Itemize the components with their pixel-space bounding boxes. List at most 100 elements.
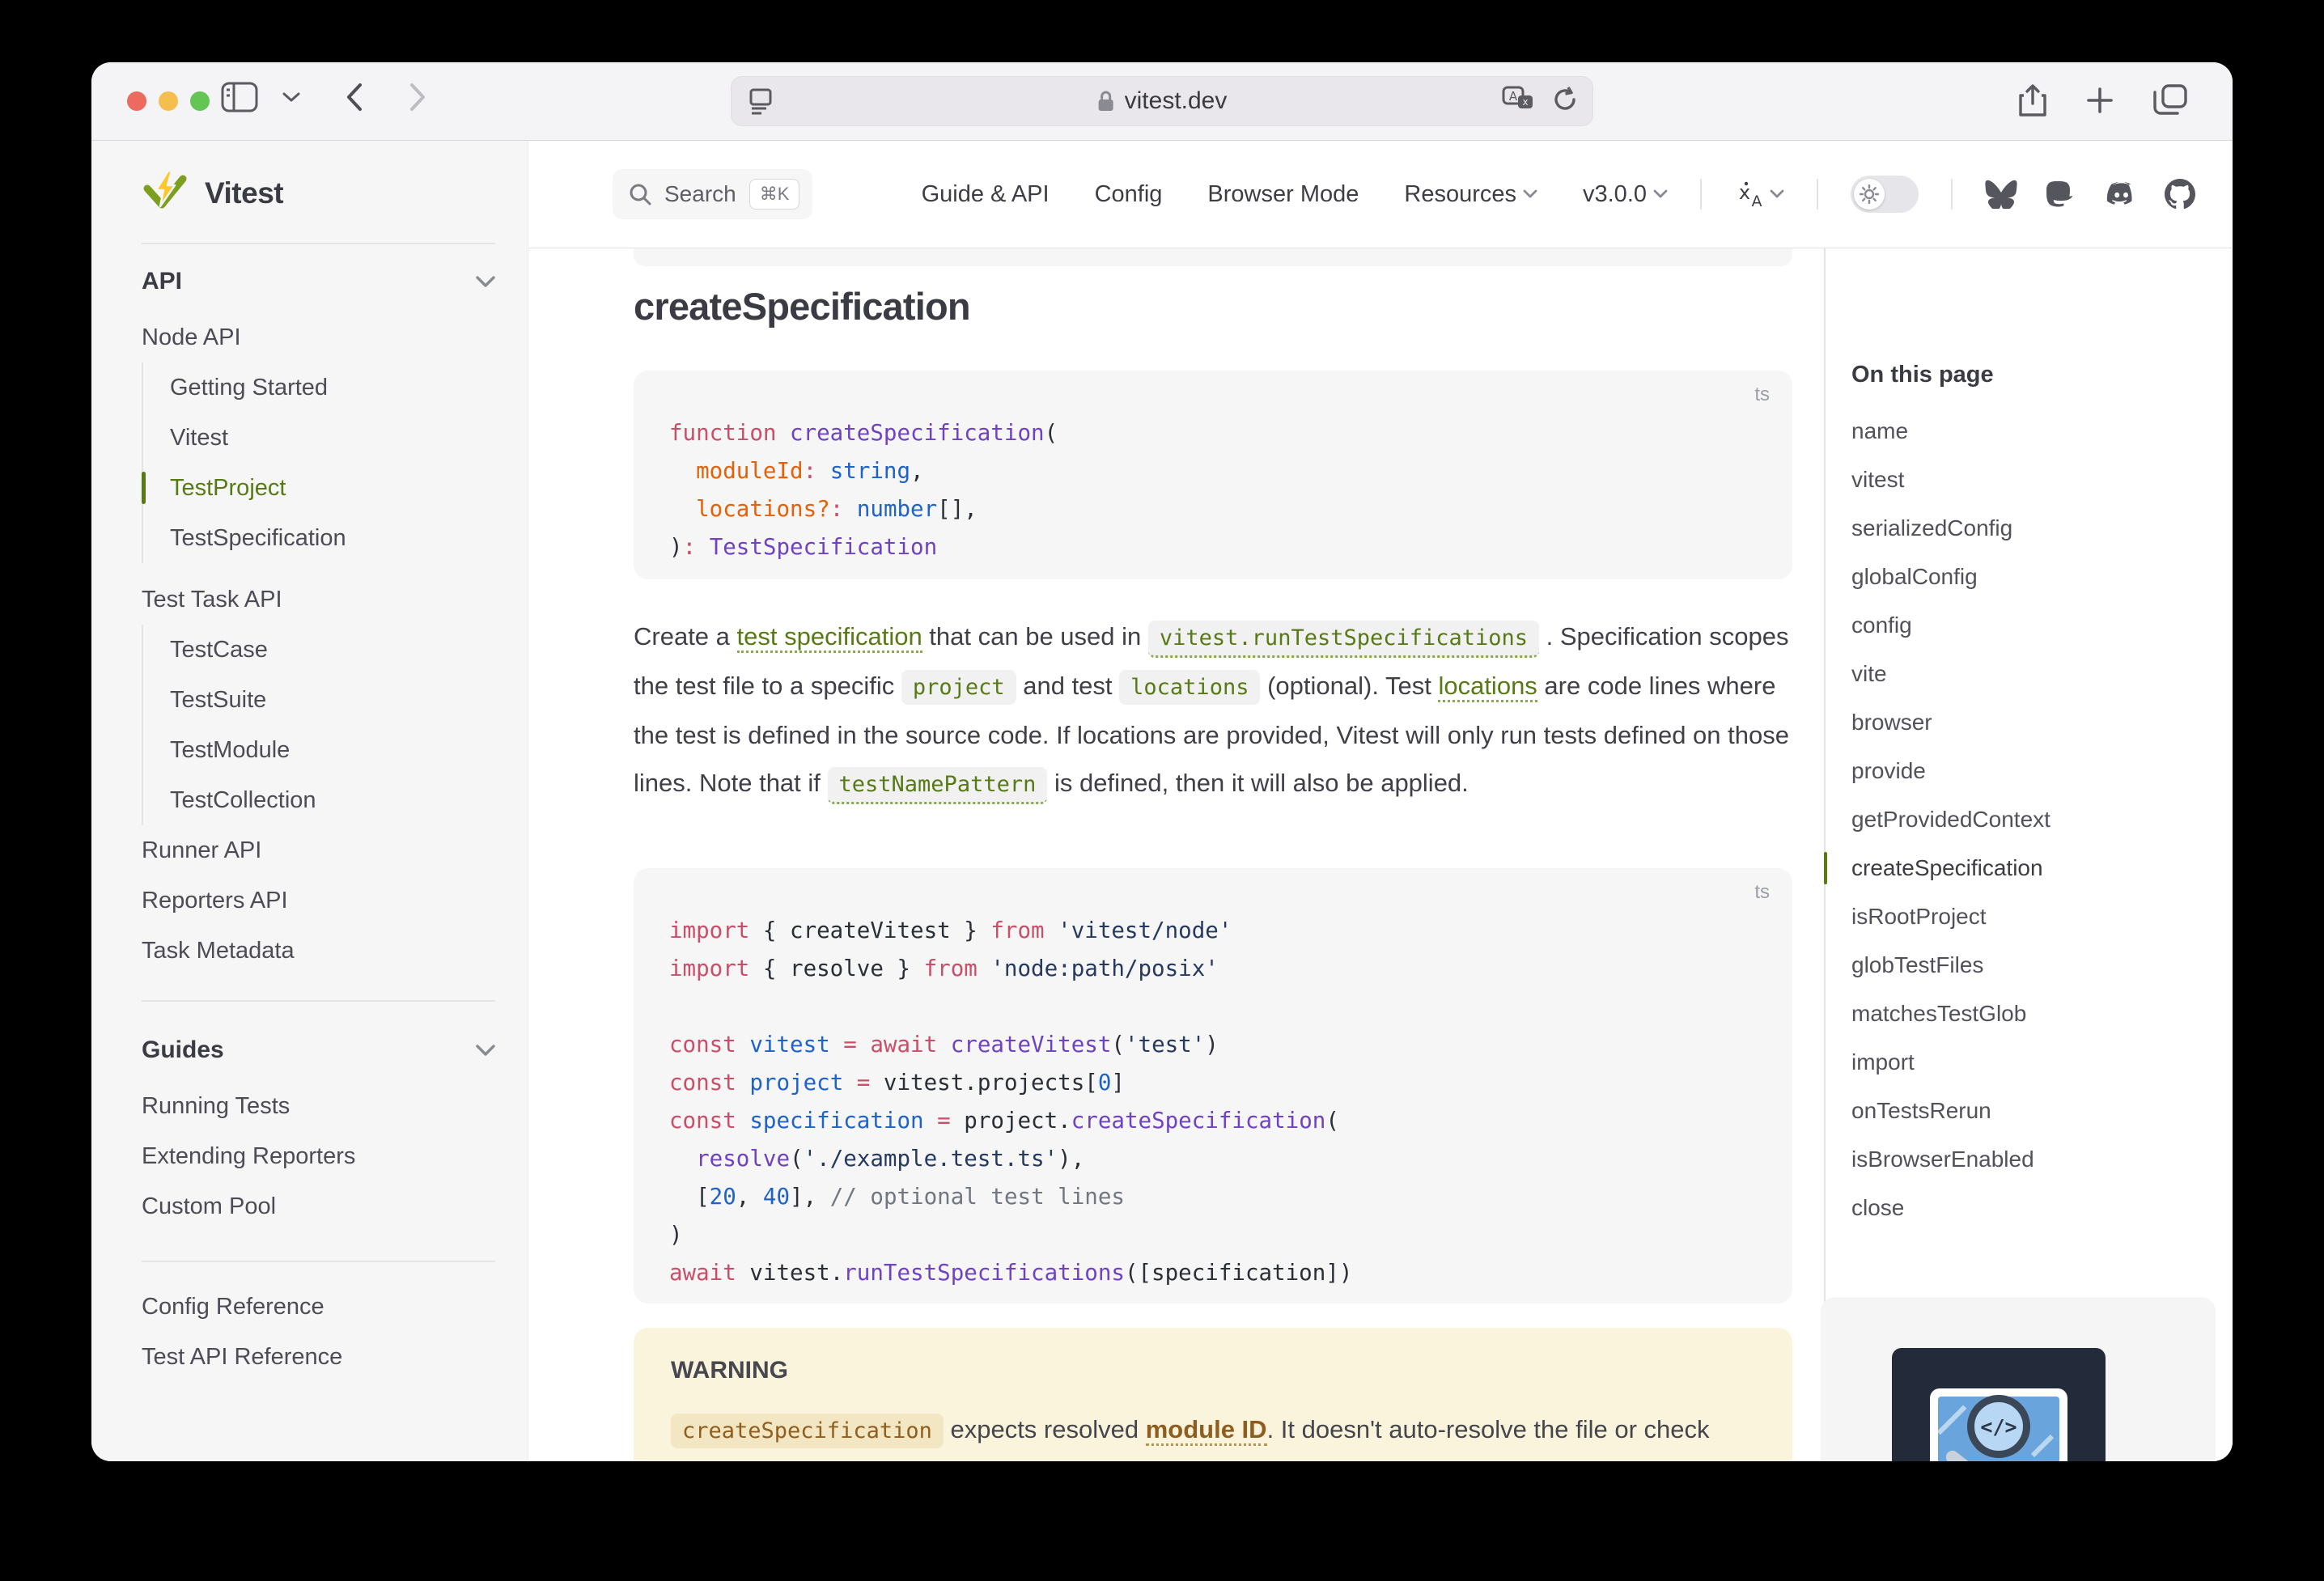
- toc-item-globtestfiles[interactable]: globTestFiles: [1851, 941, 2204, 990]
- discord-icon[interactable]: [2103, 180, 2137, 209]
- sidebar-item-config-reference[interactable]: Config Reference: [142, 1282, 495, 1332]
- vitest-logo-icon: [142, 169, 189, 218]
- nav-link-guide-api[interactable]: Guide & API: [922, 181, 1050, 208]
- code-token: (: [790, 1146, 804, 1172]
- sidebar-item-testspecification[interactable]: TestSpecification: [170, 513, 495, 563]
- nav-link-label: v3.0.0: [1583, 181, 1647, 208]
- bluesky-icon[interactable]: [1985, 180, 2017, 209]
- brand-name: Vitest: [205, 176, 283, 210]
- toc-item-createspecification[interactable]: createSpecification: [1851, 844, 2204, 892]
- sidebar-item-reporters-api[interactable]: Reporters API: [142, 875, 495, 926]
- chrome-left-buttons: [221, 82, 426, 112]
- on-this-page: On this page name vitest serializedConfi…: [1824, 248, 2204, 1461]
- sponsor-ad-box[interactable]: </>: [1821, 1297, 2216, 1461]
- toc-item-name[interactable]: name: [1851, 407, 2204, 456]
- sidebar-section-guides[interactable]: Guides: [142, 1034, 495, 1066]
- code-token: resolve: [696, 1146, 790, 1172]
- sidebar-item-custom-pool[interactable]: Custom Pool: [142, 1181, 495, 1231]
- sidebar-item-testsuite[interactable]: TestSuite: [170, 675, 495, 725]
- reader-view-icon[interactable]: [748, 87, 774, 115]
- nav-link-config[interactable]: Config: [1095, 181, 1163, 208]
- nav-link-version[interactable]: v3.0.0: [1583, 181, 1668, 208]
- mastodon-icon[interactable]: [2045, 178, 2076, 210]
- nav-link-browser-mode[interactable]: Browser Mode: [1207, 181, 1359, 208]
- toc-item-provide[interactable]: provide: [1851, 747, 2204, 795]
- code-token: project: [736, 1070, 843, 1096]
- code-token: 'node:path/posix': [978, 956, 1219, 981]
- toc-item-matchestestglob[interactable]: matchesTestGlob: [1851, 990, 2204, 1038]
- share-icon[interactable]: [2019, 83, 2046, 117]
- back-button-icon[interactable]: [346, 83, 363, 112]
- toc-item-isbrowserenabled[interactable]: isBrowserEnabled: [1851, 1135, 2204, 1184]
- toc-item-globalconfig[interactable]: globalConfig: [1851, 553, 2204, 601]
- toc-item-vitest[interactable]: vitest: [1851, 456, 2204, 504]
- code-token: function: [669, 420, 776, 446]
- new-tab-icon[interactable]: [2085, 86, 2114, 115]
- sidebar-item-vitest[interactable]: Vitest: [170, 413, 495, 463]
- browser-chrome: vitest.dev Ax: [91, 62, 2233, 141]
- language-switcher[interactable]: xA: [1734, 180, 1784, 209]
- code-block-signature[interactable]: ts function createSpecification( moduleI…: [634, 371, 1792, 579]
- toc-item-browser[interactable]: browser: [1851, 698, 2204, 747]
- sidebar-item-runner-api[interactable]: Runner API: [142, 825, 495, 875]
- toc-item-ontestsrerun[interactable]: onTestsRerun: [1851, 1087, 2204, 1135]
- sidebar-item-test-task-api[interactable]: Test Task API: [142, 574, 495, 625]
- github-icon[interactable]: [2165, 179, 2195, 210]
- code-token: // optional test lines: [830, 1184, 1125, 1210]
- code-token: vitest: [736, 1032, 830, 1058]
- magnifier-code-icon: </>: [1967, 1395, 2030, 1458]
- sidebar-item-node-api[interactable]: Node API: [142, 312, 495, 362]
- inline-link[interactable]: test specification: [737, 622, 922, 653]
- search-input[interactable]: Search ⌘K: [613, 169, 812, 219]
- chevron-down-icon[interactable]: [282, 91, 300, 103]
- toc-item-isrootproject[interactable]: isRootProject: [1851, 892, 2204, 941]
- tab-overview-icon[interactable]: [2153, 84, 2187, 117]
- screenshot-root: vitest.dev Ax: [0, 0, 2324, 1581]
- inline-link[interactable]: locations: [1438, 672, 1537, 702]
- sidebar-section-api[interactable]: API: [142, 265, 495, 298]
- sidebar-item-testmodule[interactable]: TestModule: [170, 725, 495, 775]
- inline-wlink[interactable]: module ID: [1146, 1415, 1267, 1446]
- toc-item-close[interactable]: close: [1851, 1184, 2204, 1232]
- toc-item-vite[interactable]: vite: [1851, 650, 2204, 698]
- forward-button-icon[interactable]: [409, 83, 426, 112]
- inline-codelink[interactable]: vitest.runTestSpecifications: [1148, 621, 1539, 658]
- toc-item-serializedconfig[interactable]: serializedConfig: [1851, 504, 2204, 553]
- page-title: createSpecification: [634, 284, 970, 328]
- sidebar-item-testproject[interactable]: TestProject: [170, 463, 495, 513]
- code-block-example[interactable]: ts import { createVitest } from 'vitest/…: [634, 868, 1792, 1303]
- sidebar-item-extending-reporters[interactable]: Extending Reporters: [142, 1131, 495, 1181]
- code-token: { createVitest }: [749, 918, 990, 943]
- ad-image: </>: [1892, 1348, 2106, 1461]
- code-line: import { createVitest } from 'vitest/nod…: [669, 912, 1757, 950]
- reload-icon[interactable]: [1552, 86, 1578, 117]
- sidebar-divider: [142, 1000, 495, 1002]
- brand[interactable]: Vitest: [142, 163, 495, 223]
- toc-item-config[interactable]: config: [1851, 601, 2204, 650]
- sidebar-toggle-icon[interactable]: [221, 82, 258, 112]
- window-controls: [127, 91, 210, 111]
- sidebar-item-running-tests[interactable]: Running Tests: [142, 1081, 495, 1131]
- toc-item-import[interactable]: import: [1851, 1038, 2204, 1087]
- sidebar-item-test-api-reference[interactable]: Test API Reference: [142, 1332, 495, 1382]
- svg-text:x: x: [1522, 96, 1528, 108]
- warning-callout: WARNING createSpecification expects reso…: [634, 1328, 1792, 1461]
- minimize-window-button[interactable]: [159, 91, 178, 111]
- nav-link-resources[interactable]: Resources: [1404, 181, 1537, 208]
- sidebar-item-testcase[interactable]: TestCase: [170, 625, 495, 675]
- theme-toggle[interactable]: [1851, 176, 1919, 213]
- toc-item-getprovidedcontext[interactable]: getProvidedContext: [1851, 795, 2204, 844]
- zoom-window-button[interactable]: [190, 91, 210, 111]
- code-token: 40: [763, 1184, 790, 1210]
- sidebar-item-task-metadata[interactable]: Task Metadata: [142, 926, 495, 976]
- address-bar[interactable]: vitest.dev Ax: [731, 76, 1593, 126]
- nav-link-label: Config: [1095, 181, 1163, 208]
- code-line: [669, 988, 1757, 1026]
- inline-codelink[interactable]: testNamePattern: [828, 767, 1048, 804]
- translate-icon[interactable]: Ax: [1502, 86, 1534, 117]
- sidebar-item-testcollection[interactable]: TestCollection: [170, 775, 495, 825]
- sidebar-item-getting-started[interactable]: Getting Started: [170, 362, 495, 413]
- search-shortcut: ⌘K: [749, 179, 800, 210]
- svg-text:x: x: [1739, 181, 1750, 204]
- close-window-button[interactable]: [127, 91, 146, 111]
